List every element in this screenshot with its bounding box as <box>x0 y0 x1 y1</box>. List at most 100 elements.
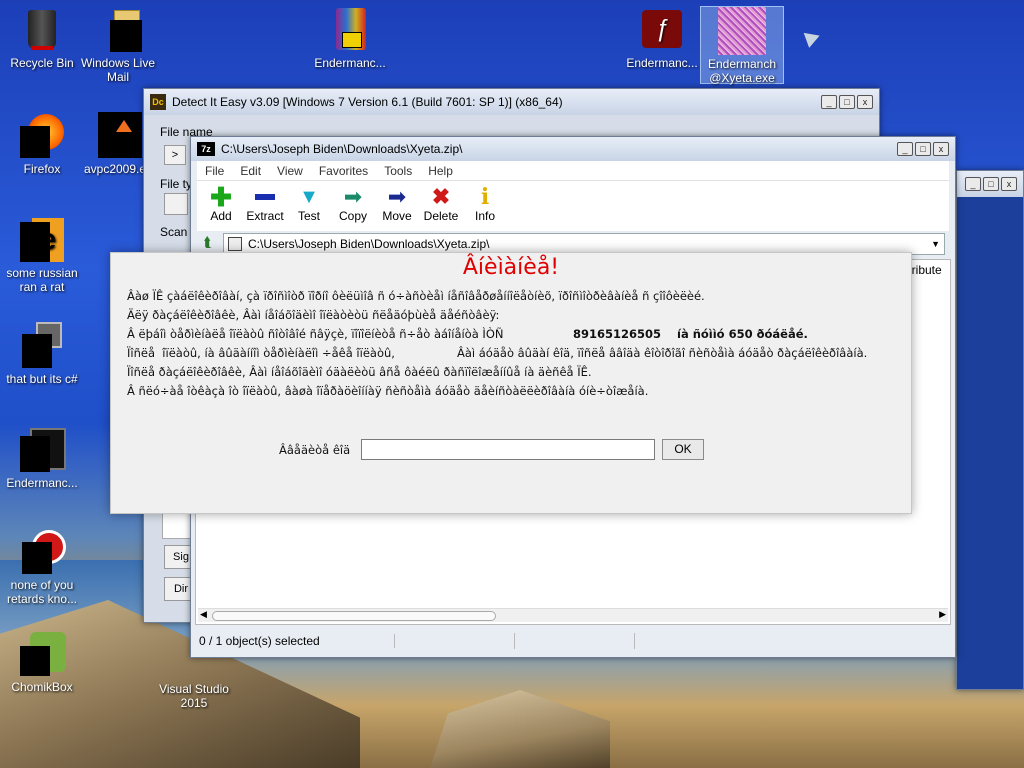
address-path: C:\Users\Joseph Biden\Downloads\Xyeta.zi… <box>248 237 490 251</box>
file-type-label: File ty <box>160 177 193 191</box>
desktop-icon-chomikbox[interactable]: ChomikBox <box>0 630 84 694</box>
zip-folder-icon <box>228 237 242 251</box>
status-cell <box>515 633 635 649</box>
info-icon: i <box>480 184 490 210</box>
ransom-line-5: Ïîñëå ðàçáëîêèðîâêè, Âàì íåîáõîäèìî óäàë… <box>127 365 592 379</box>
desktop-icon-label: Endermanc... <box>6 476 78 490</box>
recycle-bin-icon <box>18 6 66 54</box>
sevenzip-toolbar: ✚ Add Extract ▼ Test ➡ Copy ➡ Move ✖ Del… <box>197 181 949 231</box>
ransom-dialog: Âíèìàíèå! Âàø ÏÊ çàáëîêèðîâàí, çà ïðîñìî… <box>110 252 912 514</box>
scan-label: Scan <box>160 225 188 239</box>
status-cell <box>395 633 515 649</box>
desktop-icon-label: Visual Studio 2015 <box>159 682 229 710</box>
minus-icon <box>255 194 275 200</box>
sevenzip-title: C:\Users\Joseph Biden\Downloads\Xyeta.zi… <box>221 142 463 156</box>
desktop-icon-recycle-bin[interactable]: Recycle Bin <box>0 6 84 70</box>
desktop-icon-that-but-c-sharp[interactable]: that but its c# <box>0 322 84 386</box>
ransom-line-1: Âàø ÏÊ çàáëîêèðîâàí, çà ïðîñìîòð ïîðíî ô… <box>127 289 705 303</box>
sevenzip-menubar: File Edit View Favorites Tools Help <box>197 161 949 181</box>
check-icon: ▼ <box>299 186 319 208</box>
noise-exe-icon <box>718 7 766 55</box>
desktop-icon-none-of-you[interactable]: none of you retards kno... <box>0 528 84 606</box>
menu-favorites[interactable]: Favorites <box>319 164 368 178</box>
desktop-icon-endermanch-3[interactable]: Endermanc... <box>0 426 84 490</box>
desktop-icon-label: Endermanch @Xyeta.exe <box>707 57 777 85</box>
copy-arrow-icon: ➡ <box>343 184 363 209</box>
close-icon[interactable]: x <box>933 142 949 156</box>
minimize-icon[interactable]: _ <box>897 142 913 156</box>
ransom-line-4-right: Âàì áóäåò âûäàí êîä, ïîñëå ââîäà êîòîðîã… <box>457 346 868 360</box>
firefox-icon <box>18 112 66 160</box>
ransom-title: Âíèìàíèå! <box>462 255 560 280</box>
copy-button-label: Copy <box>338 209 367 223</box>
delete-button[interactable]: ✖ Delete <box>421 185 461 231</box>
menu-view[interactable]: View <box>277 164 303 178</box>
document-e-icon: e <box>18 216 66 264</box>
test-button[interactable]: ▼ Test <box>289 185 329 231</box>
horizontal-scrollbar[interactable]: ◀ ▶ <box>198 608 948 622</box>
desktop-icon-label: none of you retards kno... <box>6 578 78 606</box>
status-selection: 0 / 1 object(s) selected <box>195 634 395 648</box>
maximize-icon[interactable]: □ <box>839 95 855 109</box>
red-circle-icon <box>18 528 66 576</box>
sevenzip-statusbar: 0 / 1 object(s) selected <box>195 631 951 651</box>
delete-button-label: Delete <box>423 209 459 223</box>
hamster-icon <box>18 630 66 678</box>
chevron-down-icon[interactable]: ▼ <box>931 239 940 249</box>
desktop-icon-xyeta-exe[interactable]: Endermanch @Xyeta.exe <box>700 6 784 85</box>
code-input-label: Ââåäèòå êîä <box>279 443 351 457</box>
background-window-titlebar: _ □ x <box>957 171 1023 197</box>
browse-button[interactable]: > <box>164 145 186 165</box>
unlock-code-input[interactable] <box>361 439 655 460</box>
cursor-arrow-icon <box>803 28 823 48</box>
up-folder-icon[interactable]: ⮬ <box>197 234 219 254</box>
add-button[interactable]: ✚ Add <box>201 182 241 231</box>
desktop-icon-some-russian[interactable]: e some russian ran a rat <box>0 216 84 294</box>
move-arrow-icon: ➡ <box>387 184 407 209</box>
desktop-icon-endermanch-1[interactable]: Endermanc... <box>308 6 392 70</box>
die-app-icon: Dc <box>150 94 166 110</box>
desktop-icon-label: Endermanc... <box>314 56 386 70</box>
plus-icon: ✚ <box>210 182 232 212</box>
scroll-left-icon[interactable]: ◀ <box>200 609 207 620</box>
minimize-icon[interactable]: _ <box>821 95 837 109</box>
scroll-right-icon[interactable]: ▶ <box>939 609 946 620</box>
exe-icon <box>94 112 142 160</box>
file-type-select[interactable] <box>164 193 188 215</box>
desktop-icon-label: Firefox <box>23 162 61 176</box>
add-button-label: Add <box>210 209 232 223</box>
move-button[interactable]: ➡ Move <box>377 185 417 231</box>
scrollbar-thumb[interactable] <box>212 611 496 621</box>
maximize-icon[interactable]: □ <box>915 142 931 156</box>
background-window: _ □ x <box>956 170 1024 690</box>
ransom-amount: íà ñóììó 650 ðóáëåé. <box>677 327 808 341</box>
menu-file[interactable]: File <box>205 164 224 178</box>
info-button-label: Info <box>474 209 495 223</box>
sevenzip-app-icon: 7z <box>197 142 215 156</box>
desktop-icon-label: that but its c# <box>6 372 78 386</box>
desktop-icon-firefox[interactable]: Firefox <box>0 112 84 176</box>
menu-tools[interactable]: Tools <box>384 164 412 178</box>
desktop-icon-label: some russian ran a rat <box>6 266 78 294</box>
die-title: Detect It Easy v3.09 [Windows 7 Version … <box>172 95 563 109</box>
copy-button[interactable]: ➡ Copy <box>333 185 373 231</box>
stacked-windows-icon <box>18 322 66 370</box>
menu-edit[interactable]: Edit <box>240 164 261 178</box>
extract-button-label: Extract <box>246 209 284 223</box>
minimize-icon[interactable]: _ <box>965 177 981 191</box>
close-icon[interactable]: x <box>857 95 873 109</box>
test-button-label: Test <box>297 209 320 223</box>
desktop-icon-visual-studio[interactable]: Visual Studio 2015 <box>152 682 236 710</box>
close-icon[interactable]: x <box>1001 177 1017 191</box>
desktop-icon-endermanch-2[interactable]: ƒ Endermanc... <box>620 6 704 70</box>
maximize-icon[interactable]: □ <box>983 177 999 191</box>
delete-x-icon: ✖ <box>431 184 451 209</box>
ransom-line-2: Äëÿ ðàçáëîêèðîâêè, Âàì íåîáõîäèìî îïëàòè… <box>127 308 500 322</box>
ransom-line-6: Â ñëó÷àå îòêàçà îò îïëàòû, âàøà îïåðàöèî… <box>127 384 649 398</box>
ok-button[interactable]: OK <box>662 439 704 460</box>
extract-button[interactable]: Extract <box>245 185 285 231</box>
sevenzip-titlebar: 7z C:\Users\Joseph Biden\Downloads\Xyeta… <box>191 137 955 161</box>
desktop-icon-windows-live-mail[interactable]: Windows Live Mail <box>76 6 160 84</box>
info-button[interactable]: i Info <box>465 185 505 231</box>
menu-help[interactable]: Help <box>428 164 453 178</box>
